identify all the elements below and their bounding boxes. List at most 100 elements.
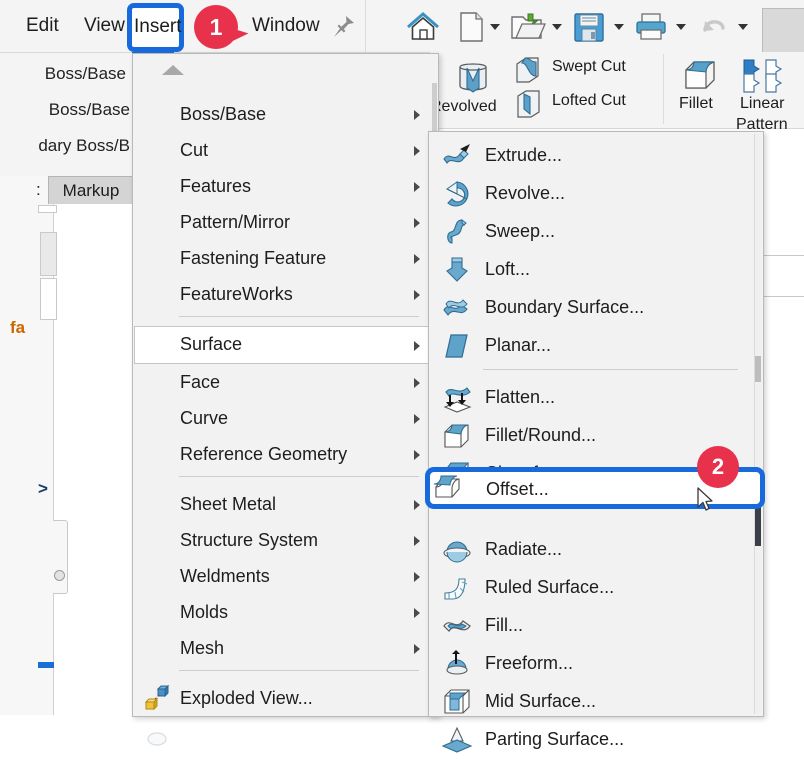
mouse-cursor-icon [697, 487, 717, 515]
tab-markup[interactable]: Markup [48, 176, 134, 204]
menu-separator [179, 670, 419, 671]
menu-item-weldments[interactable]: Weldments [135, 558, 434, 594]
panel-mini-item-1 [38, 205, 57, 213]
submenu-item-label: Boundary Surface... [485, 297, 645, 317]
save-dropdown-caret[interactable] [614, 24, 624, 30]
submenu-item-revolve[interactable]: Revolve... [431, 174, 759, 212]
chevron-right-icon [414, 536, 420, 546]
menu-item-label: Mesh [180, 638, 225, 658]
menu-item-label: Features [180, 176, 252, 196]
fill-surface-icon [441, 611, 473, 641]
menu-item-molds[interactable]: Molds [135, 594, 434, 630]
exploded-view-icon [143, 684, 171, 713]
open-folder-dropdown-caret[interactable] [552, 24, 562, 30]
new-document-icon[interactable] [452, 8, 490, 46]
submenu-item-loft[interactable]: Loft... [431, 250, 759, 288]
ribbon-label-revolved[interactable]: Revolved [430, 98, 497, 116]
menu-item-pattern-mirror[interactable]: Pattern/Mirror [135, 204, 434, 240]
ribbon-label-swept-cut[interactable]: Swept Cut [552, 58, 626, 76]
parting-surface-icon [441, 725, 473, 755]
menu-item-label: Molds [180, 602, 229, 622]
save-icon[interactable] [570, 8, 608, 46]
menu-bar: Edit View Window [0, 0, 804, 54]
partial-item-icon [143, 723, 171, 751]
planar-surface-icon [441, 331, 473, 361]
surface-extrude-icon [441, 141, 473, 171]
submenu-item-fill[interactable]: Fill... [431, 606, 759, 644]
bg-toolbar-text-3: dary Boss/B [38, 136, 130, 155]
ribbon-label-lofted-cut[interactable]: Lofted Cut [552, 92, 626, 110]
scroll-up-arrow-icon[interactable] [162, 65, 184, 75]
menu-item-reference-geometry[interactable]: Reference Geometry [135, 436, 434, 472]
solidworks-window: Boss/Base Boss/Base dary Boss/B : Markup… [0, 0, 804, 753]
submenu-item-ruled-surface[interactable]: Ruled Surface... [431, 568, 759, 606]
menu-view[interactable]: View [84, 15, 125, 37]
menu-item-surface[interactable]: Surface [134, 326, 435, 364]
flatten-icon [441, 383, 473, 413]
boundary-surface-icon [441, 293, 473, 323]
menu-item-label: FeatureWorks [180, 284, 293, 304]
chevron-right-icon [414, 254, 420, 264]
surface-sweep-icon [441, 217, 473, 247]
menu-item-cut[interactable]: Cut [135, 132, 434, 168]
panel-expand-arrow[interactable]: > [38, 479, 48, 499]
submenu-item-radiate[interactable]: Radiate... [431, 530, 759, 568]
submenu-item-freeform[interactable]: Freeform... [431, 644, 759, 682]
menu-window[interactable]: Window [252, 15, 320, 37]
submenu-item-planar[interactable]: Planar... [431, 326, 759, 364]
surface-submenu: Extrude... Revolve... Sweep... Loft... B… [428, 131, 764, 753]
menu-edit[interactable]: Edit [26, 15, 59, 37]
menu-item-face[interactable]: Face [135, 364, 434, 400]
ribbon-label-fillet[interactable]: Fillet [679, 95, 713, 113]
new-document-dropdown-caret[interactable] [490, 24, 500, 30]
panel-side-notch[interactable] [53, 520, 68, 594]
submenu-item-boundary-surface[interactable]: Boundary Surface... [431, 288, 759, 326]
menu-item-featureworks[interactable]: FeatureWorks [135, 276, 434, 312]
panel-mini-item-3 [40, 278, 57, 320]
submenu-item-label: Radiate... [485, 539, 563, 559]
menu-item-sheet-metal[interactable]: Sheet Metal [135, 486, 434, 522]
home-icon[interactable] [404, 8, 442, 46]
submenu-item-label: Loft... [485, 259, 531, 279]
lofted-cut-icon[interactable] [512, 88, 546, 127]
menu-item-curve[interactable]: Curve [135, 400, 434, 436]
submenu-item-label: Mid Surface... [485, 691, 597, 711]
chevron-right-icon [414, 182, 420, 192]
pin-icon[interactable] [330, 14, 356, 40]
submenu-item-label: Revolve... [485, 183, 566, 203]
chevron-right-icon [414, 644, 420, 654]
menu-item-fastening-feature[interactable]: Fastening Feature [135, 240, 434, 276]
submenu-item-sweep[interactable]: Sweep... [431, 212, 759, 250]
submenu-item-label: Ruled Surface... [485, 577, 615, 597]
menu-item-label: Pattern/Mirror [180, 212, 291, 232]
submenu-item-extrude[interactable]: Extrude... [431, 136, 759, 174]
menu-item-features[interactable]: Features [135, 168, 434, 204]
menu-item-boss-base[interactable]: Boss/Base [135, 96, 434, 132]
chevron-right-icon [414, 414, 420, 424]
menu-item-partial-next[interactable] [135, 718, 434, 754]
submenu-item-label: Planar... [485, 335, 552, 355]
menu-item-label: Cut [180, 140, 209, 160]
menu-item-label: Sheet Metal [180, 494, 277, 514]
menu-insert[interactable]: Insert [134, 16, 182, 38]
submenu-item-label: Fillet/Round... [485, 425, 597, 445]
fillet-round-icon [441, 421, 473, 451]
open-folder-icon[interactable] [508, 8, 546, 46]
submenu-item-flatten[interactable]: Flatten... [431, 378, 759, 416]
menu-item-label: Curve [180, 408, 229, 428]
undo-dropdown-caret[interactable] [738, 24, 748, 30]
ribbon-label-linear[interactable]: Linear [740, 95, 784, 113]
tab-markup-label: Markup [62, 181, 120, 200]
submenu-scrollbar[interactable] [754, 134, 761, 714]
undo-icon [694, 8, 732, 46]
linear-pattern-icon[interactable] [742, 58, 784, 99]
print-dropdown-caret[interactable] [676, 24, 686, 30]
menu-item-mesh[interactable]: Mesh [135, 630, 434, 666]
toolbar-overflow-button[interactable] [762, 8, 804, 54]
menu-item-structure-system[interactable]: Structure System [135, 522, 434, 558]
print-icon[interactable] [632, 8, 670, 46]
menu-item-exploded-view[interactable]: Exploded View... [135, 680, 434, 716]
submenu-item-parting-surface[interactable]: Parting Surface... [431, 720, 759, 758]
submenu-item-mid-surface[interactable]: Mid Surface... [431, 682, 759, 720]
bg-toolbar-text-2: Boss/Base [48, 100, 130, 119]
